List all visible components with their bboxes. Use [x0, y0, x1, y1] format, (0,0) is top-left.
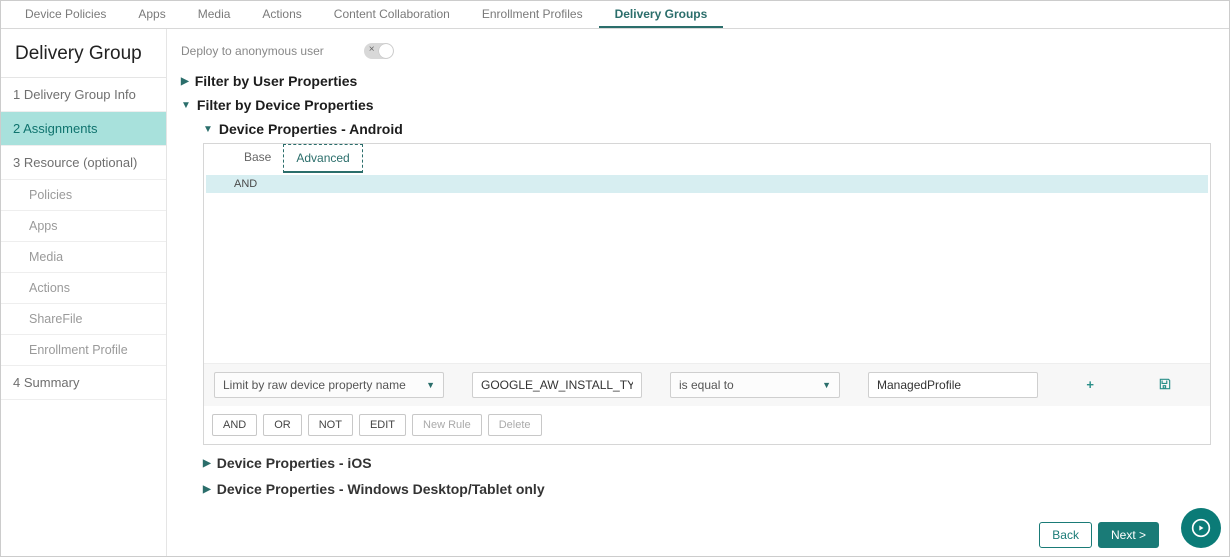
not-button[interactable]: NOT: [308, 414, 353, 436]
step-resource[interactable]: 3 Resource (optional): [1, 146, 166, 180]
chevron-down-icon: ▼: [822, 380, 831, 390]
android-rule-box: Base Advanced AND Limit by raw device pr…: [203, 143, 1211, 445]
filter-device-label: Filter by Device Properties: [197, 97, 374, 113]
device-properties-windows[interactable]: ▶ Device Properties - Windows Desktop/Ta…: [203, 481, 1211, 497]
delete-button[interactable]: Delete: [488, 414, 542, 436]
substep-sharefile[interactable]: ShareFile: [1, 304, 166, 335]
sidebar-title: Delivery Group: [1, 29, 166, 78]
value-input[interactable]: [868, 372, 1038, 398]
tab-device-policies[interactable]: Device Policies: [9, 1, 122, 28]
chevron-down-icon: ▼: [426, 380, 435, 390]
operator-value: is equal to: [679, 378, 734, 392]
rule-editor: Limit by raw device property name ▼ is e…: [204, 363, 1210, 406]
chevron-right-icon: ▶: [203, 484, 211, 495]
chevron-right-icon: ▶: [181, 76, 189, 87]
deploy-row: Deploy to anonymous user ×: [181, 43, 1211, 59]
save-rule-icon[interactable]: [1158, 377, 1172, 394]
or-button[interactable]: OR: [263, 414, 302, 436]
limit-by-select[interactable]: Limit by raw device property name ▼: [214, 372, 444, 398]
help-fab[interactable]: [1181, 508, 1221, 548]
chevron-down-icon: ▼: [203, 124, 213, 135]
tab-content-collaboration[interactable]: Content Collaboration: [318, 1, 466, 28]
new-rule-button[interactable]: New Rule: [412, 414, 482, 436]
substep-actions[interactable]: Actions: [1, 273, 166, 304]
limit-by-value: Limit by raw device property name: [223, 378, 406, 392]
substep-media[interactable]: Media: [1, 242, 166, 273]
add-rule-icon[interactable]: +: [1086, 377, 1094, 394]
tab-apps[interactable]: Apps: [122, 1, 181, 28]
device-properties-ios[interactable]: ▶ Device Properties - iOS: [203, 455, 1211, 471]
tab-delivery-groups[interactable]: Delivery Groups: [599, 1, 724, 28]
filter-device-properties[interactable]: ▼ Filter by Device Properties: [181, 97, 1211, 113]
and-bar[interactable]: AND: [206, 175, 1208, 193]
device-properties-android[interactable]: ▼ Device Properties - Android: [203, 121, 1211, 137]
step-summary[interactable]: 4 Summary: [1, 366, 166, 400]
chevron-down-icon: ▼: [181, 100, 191, 111]
sidebar: Delivery Group 1 Delivery Group Info 2 A…: [1, 29, 167, 556]
device-android-label: Device Properties - Android: [219, 121, 403, 137]
top-nav: Device Policies Apps Media Actions Conte…: [1, 1, 1229, 29]
chevron-right-icon: ▶: [203, 458, 211, 469]
step-assignments[interactable]: 2 Assignments: [1, 112, 166, 146]
device-ios-label: Device Properties - iOS: [217, 455, 372, 471]
filter-user-properties[interactable]: ▶ Filter by User Properties: [181, 73, 1211, 89]
property-name-input[interactable]: [472, 372, 642, 398]
deploy-toggle[interactable]: ×: [364, 43, 394, 59]
toggle-off-icon: ×: [369, 44, 375, 55]
step-delivery-group-info[interactable]: 1 Delivery Group Info: [1, 78, 166, 112]
logic-row: AND OR NOT EDIT New Rule Delete: [204, 406, 1210, 444]
substep-policies[interactable]: Policies: [1, 180, 166, 211]
rule-tabs: Base Advanced: [204, 144, 1210, 173]
tab-base[interactable]: Base: [232, 144, 283, 173]
substep-apps[interactable]: Apps: [1, 211, 166, 242]
filter-user-label: Filter by User Properties: [195, 73, 358, 89]
next-button[interactable]: Next >: [1098, 522, 1159, 548]
tab-enrollment-profiles[interactable]: Enrollment Profiles: [466, 1, 599, 28]
content: Deploy to anonymous user × ▶ Filter by U…: [167, 29, 1229, 556]
deploy-label: Deploy to anonymous user: [181, 44, 324, 58]
arrow-icon: [1191, 518, 1211, 538]
substep-enrollment-profile[interactable]: Enrollment Profile: [1, 335, 166, 366]
tab-advanced[interactable]: Advanced: [283, 144, 362, 173]
tab-media[interactable]: Media: [182, 1, 247, 28]
and-button[interactable]: AND: [212, 414, 257, 436]
rule-area: [204, 193, 1210, 363]
edit-button[interactable]: EDIT: [359, 414, 406, 436]
back-button[interactable]: Back: [1039, 522, 1092, 548]
tab-actions[interactable]: Actions: [246, 1, 317, 28]
operator-select[interactable]: is equal to ▼: [670, 372, 840, 398]
device-windows-label: Device Properties - Windows Desktop/Tabl…: [217, 481, 545, 497]
